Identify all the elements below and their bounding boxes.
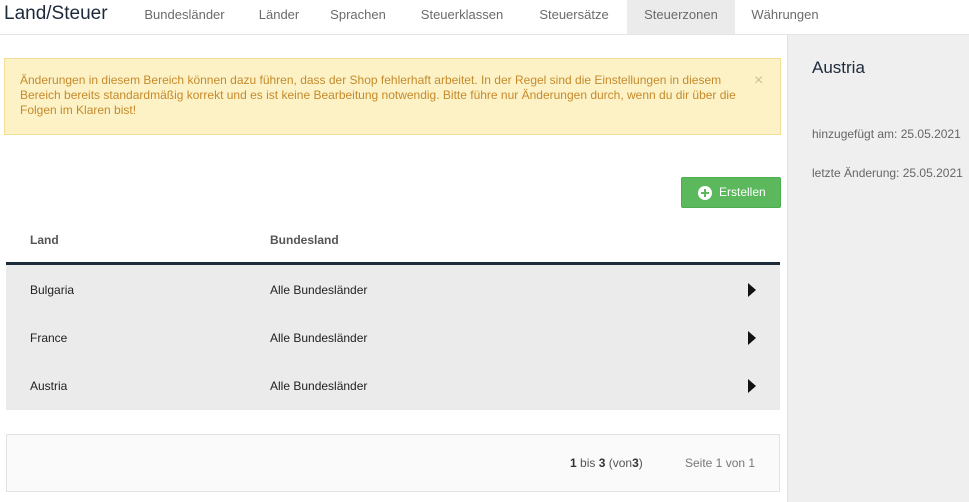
tab-waehrungen[interactable]: Währungen bbox=[740, 0, 830, 34]
caret-right-icon[interactable] bbox=[748, 283, 756, 297]
caret-right-icon[interactable] bbox=[748, 331, 756, 345]
create-button[interactable]: Erstellen bbox=[681, 177, 781, 208]
pagination-range: 1 bis 3 (von3) bbox=[570, 456, 643, 470]
tab-sprachen[interactable]: Sprachen bbox=[320, 0, 396, 34]
tab-steuerklassen[interactable]: Steuerklassen bbox=[406, 0, 518, 34]
pagination-bar: 1 bis 3 (von3) Seite 1 von 1 bbox=[6, 434, 780, 492]
table-row[interactable]: Austria Alle Bundesländer bbox=[6, 362, 780, 410]
warning-alert: Änderungen in diesem Bereich können dazu… bbox=[4, 58, 781, 135]
page-indicator: Seite 1 von 1 bbox=[685, 456, 756, 470]
main-content: Änderungen in diesem Bereich können dazu… bbox=[0, 35, 787, 502]
tab-steuersaetze[interactable]: Steuersätze bbox=[526, 0, 622, 34]
create-button-label: Erstellen bbox=[719, 185, 766, 199]
app-title: Land/Steuer bbox=[4, 3, 108, 24]
tab-bundeslaender[interactable]: Bundesländer bbox=[132, 0, 237, 34]
cell-bundesland: Alle Bundesländer bbox=[270, 379, 368, 393]
modified-date: letzte Änderung: 25.05.2021 bbox=[812, 166, 963, 180]
detail-sidebar: Austria hinzugefügt am: 25.05.2021 letzt… bbox=[787, 35, 969, 502]
column-header-land[interactable]: Land bbox=[30, 233, 59, 247]
range-to: 3 bbox=[598, 456, 606, 470]
top-navigation: Land/Steuer Bundesländer Länder Sprachen… bbox=[0, 0, 969, 35]
cell-bundesland: Alle Bundesländer bbox=[270, 283, 368, 297]
cell-land: France bbox=[30, 331, 68, 345]
range-close: ) bbox=[638, 456, 643, 470]
cell-land: Austria bbox=[30, 379, 68, 393]
tab-laender[interactable]: Länder bbox=[244, 0, 314, 34]
table-body: Bulgaria Alle Bundesländer France Alle B… bbox=[6, 265, 780, 410]
range-bis: bis bbox=[580, 456, 596, 470]
tab-steuerzonen[interactable]: Steuerzonen bbox=[627, 0, 735, 34]
table-row[interactable]: Bulgaria Alle Bundesländer bbox=[6, 266, 780, 314]
table-row[interactable]: France Alle Bundesländer bbox=[6, 314, 780, 362]
caret-right-icon[interactable] bbox=[748, 379, 756, 393]
detail-title: Austria bbox=[812, 58, 865, 77]
cell-land: Bulgaria bbox=[30, 283, 75, 297]
added-date: hinzugefügt am: 25.05.2021 bbox=[812, 127, 961, 141]
range-von: (von bbox=[608, 456, 633, 470]
alert-message: Änderungen in diesem Bereich können dazu… bbox=[20, 73, 736, 117]
cell-bundesland: Alle Bundesländer bbox=[270, 331, 368, 345]
column-header-bundesland[interactable]: Bundesland bbox=[270, 233, 339, 247]
range-from: 1 bbox=[570, 456, 577, 470]
close-icon[interactable]: × bbox=[754, 73, 763, 89]
plus-circle-icon bbox=[698, 186, 712, 200]
range-total: 3 bbox=[632, 456, 639, 470]
